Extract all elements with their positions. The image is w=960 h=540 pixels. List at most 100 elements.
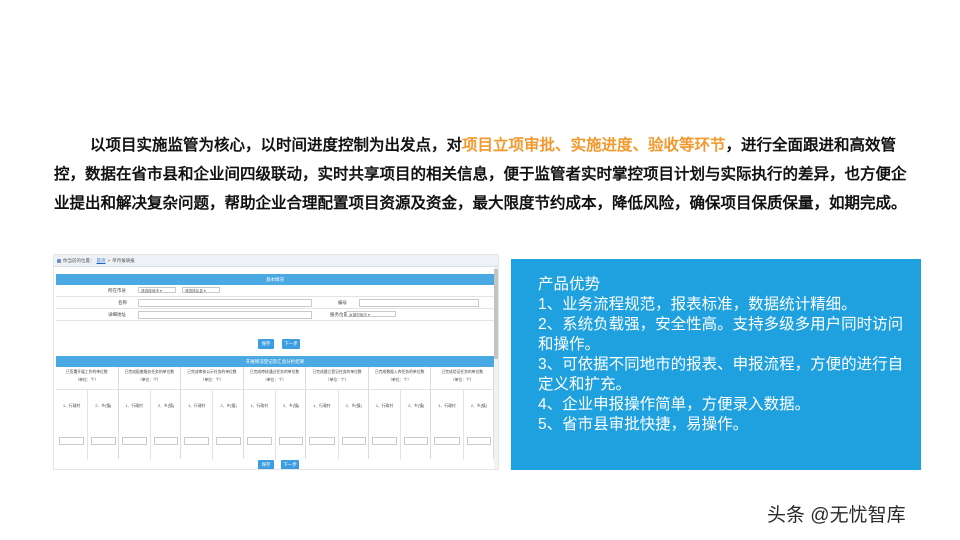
grid-column-title: 已完成审核通过任务的单位数: [249, 370, 300, 374]
option-village-label: 1、行政村: [438, 404, 456, 408]
address-row: 详细地址 服务位置 乡镇村街内 ▾: [56, 309, 494, 321]
grid-column-title: 已完成验证任务的单位数: [441, 370, 484, 374]
address-label: 详细地址: [108, 312, 126, 317]
intro-text-1: 以项目实施监管为核心，以时间进度控制为出发点，对: [90, 137, 463, 154]
village-count-input[interactable]: [121, 437, 147, 445]
grid-subcell-village: 1、行政村: [368, 389, 401, 460]
option-village-label: 1、行政村: [313, 404, 331, 408]
grid-column-unit: （单位：个）: [137, 378, 161, 382]
option-town-label: 2、乡(镇): [345, 404, 362, 408]
town-count-input[interactable]: [466, 437, 491, 445]
village-count-input[interactable]: [184, 437, 210, 445]
town-count-input[interactable]: [216, 437, 241, 445]
breadcrumb-home-link[interactable]: 首页: [97, 255, 106, 266]
advantage-item-1: 1、业务流程规范，报表标准，数据统计精细。: [538, 296, 857, 313]
town-count-input[interactable]: [341, 437, 366, 445]
town-count-input[interactable]: [278, 437, 304, 445]
grid-column: 已完成验证任务的单位数 （单位：个） 1、行政村 2、乡(镇): [431, 367, 494, 460]
grid-column-unit: （单位：个）: [75, 378, 99, 382]
advantage-item-4: 4、企业申报操作简单，方便录入数据。: [538, 396, 811, 413]
option-town-label: 2、乡(镇): [157, 404, 174, 408]
embedded-app-screenshot: 你当前的位置： 首页 > 单月报填报 基本情况 所在市县 请选择地市 ▾ 请选择…: [53, 254, 499, 470]
village-count-input[interactable]: [371, 437, 398, 445]
breadcrumb-prefix: 你当前的位置：: [63, 258, 95, 263]
watermark: 头条 @无忧智库: [767, 505, 906, 526]
grid-column-title: 已签署开展工作的单位数: [65, 370, 108, 374]
advantage-item-5: 5、省市县审批快捷，易操作。: [538, 416, 749, 433]
town-count-input[interactable]: [91, 437, 116, 445]
advantage-item-2: 2、系统负载强，安全性高。支持多级多用户同时访问和操作。: [538, 316, 904, 353]
grid-column: 已完成审核公示任务的单位数 （单位：个） 1、行政村 2、乡(镇): [181, 367, 244, 460]
advantage-item-3: 3、可依据不同地市的报表、申报流程，方便的进行自定义和扩充。: [538, 356, 904, 393]
address-input[interactable]: [138, 311, 312, 319]
grid-subcell-town: 2、乡(镇): [400, 389, 432, 460]
grid-column-unit: （单位：个）: [388, 378, 412, 382]
option-village-label: 1、行政村: [375, 404, 394, 408]
scrollbar-thumb[interactable]: [494, 269, 498, 359]
county-select-value: 请选择区县: [185, 289, 203, 293]
grid-column: 已完成配套服务任务的单位数 （单位：个） 1、行政村 2、乡(镇): [118, 367, 182, 460]
option-town-label: 2、乡(镇): [408, 404, 425, 408]
grid-column-unit: （单位：个）: [325, 378, 349, 382]
option-village-label: 1、行政村: [62, 404, 81, 408]
option-village-label: 1、行政村: [125, 404, 143, 408]
town-count-input[interactable]: [404, 437, 429, 445]
grid-column: 已完成数据入库任务的单位数 （单位：个） 1、行政村 2、乡(镇): [368, 367, 432, 460]
grid-subcell-village: 1、行政村: [243, 389, 275, 460]
grid-subcell-town: 2、乡(镇): [337, 389, 369, 460]
basic-info-header: 基本情况: [56, 274, 494, 285]
breadcrumb-separator: >: [107, 258, 111, 263]
city-select[interactable]: 请选择地市 ▾: [138, 287, 176, 293]
grid-subcell-village: 1、行政村: [56, 389, 88, 460]
grid-subcell-village: 1、行政村: [431, 389, 463, 460]
basic-info-panel: 基本情况 所在市县 请选择地市 ▾ 请选择区县 ▾ 名称 编号 详细地址 服务位…: [56, 274, 494, 349]
village-count-input[interactable]: [434, 437, 460, 445]
grid-column: 已完成建立登记任务的单位数 （单位：个） 1、行政村 2、乡(镇): [306, 367, 369, 460]
intro-highlight: 项目立项审批、实施进度、验收等环节: [462, 137, 726, 154]
next-button-top[interactable]: 下一步: [282, 339, 300, 349]
town-count-input[interactable]: [153, 437, 179, 445]
grid-column-title: 已完成建立登记任务的单位数: [312, 370, 362, 374]
grid-subcell-village: 1、行政村: [118, 389, 150, 460]
code-input[interactable]: [359, 299, 479, 307]
code-label: 编号: [338, 300, 347, 305]
village-count-input[interactable]: [309, 437, 335, 445]
option-town-label: 2、乡(镇): [283, 404, 300, 408]
option-village-label: 1、行政村: [188, 404, 206, 408]
grid-column-title: 已完成数据入库任务的单位数: [374, 370, 425, 374]
region-label: 所在市县: [108, 288, 126, 293]
advantages-title: 产品优势: [538, 276, 601, 293]
option-town-label: 2、乡(镇): [95, 404, 112, 408]
intro-paragraph: 以项目实施监管为核心，以时间进度控制为出发点，对项目立项审批、实施进度、验收等环…: [54, 131, 920, 218]
grid-column-unit: （单位：个）: [263, 378, 286, 382]
grid-column-title: 已完成审核公示任务的单位数: [187, 370, 237, 374]
grid-subcell-town: 2、乡(镇): [212, 389, 244, 460]
vertical-scrollbar[interactable]: [494, 267, 498, 469]
option-village-label: 1、行政村: [250, 404, 268, 408]
grid-column: 已签署开展工作的单位数 （单位：个） 1、行政村 2、乡(镇): [56, 367, 119, 460]
service-select[interactable]: 乡镇村街内 ▾: [346, 311, 396, 317]
county-select[interactable]: 请选择区县 ▾: [182, 287, 220, 293]
village-count-input[interactable]: [59, 437, 85, 445]
save-button-top[interactable]: 保存: [258, 339, 274, 349]
option-town-label: 2、乡(镇): [470, 404, 487, 408]
next-button-bottom[interactable]: 下一步: [281, 460, 299, 469]
name-input[interactable]: [138, 299, 312, 307]
home-icon: [57, 258, 61, 263]
grid-subcell-town: 2、乡(镇): [87, 389, 119, 460]
save-button-bottom[interactable]: 保存: [258, 460, 274, 469]
grid-subcell-town: 2、乡(镇): [274, 389, 307, 460]
results-grid: 已签署开展工作的单位数 （单位：个） 1、行政村 2、乡(镇) 已完成配套服务任务的单位…: [56, 367, 494, 469]
grid-subcell-village: 1、行政村: [181, 389, 213, 460]
city-select-value: 请选择地市: [141, 289, 159, 293]
breadcrumb: 你当前的位置： 首页 > 单月报填报: [54, 255, 498, 267]
grid-column-title: 已完成配套服务任务的单位数: [124, 370, 175, 374]
option-town-label: 2、乡(镇): [220, 404, 237, 408]
village-count-input[interactable]: [246, 437, 272, 445]
name-label: 名称: [118, 300, 127, 305]
breadcrumb-current: 单月报填报: [112, 258, 135, 263]
grid-column-unit: （单位：个）: [200, 378, 224, 382]
service-select-value: 乡镇村街内: [349, 313, 367, 317]
results-section-header: 开展情况登记及汇总分析结果: [56, 356, 494, 367]
region-row: 所在市县 请选择地市 ▾ 请选择区县 ▾: [56, 285, 494, 297]
